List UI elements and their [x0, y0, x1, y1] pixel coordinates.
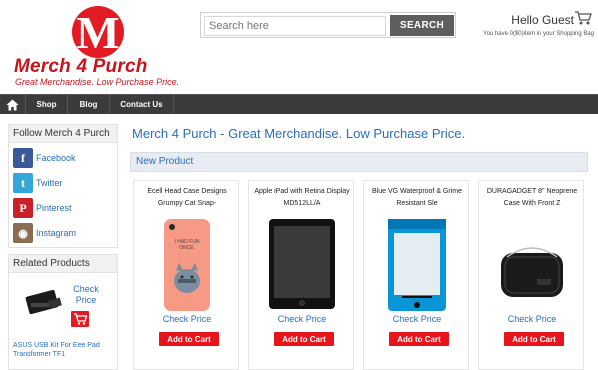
home-icon[interactable] [0, 95, 26, 114]
section-header: New Product [130, 152, 588, 172]
product-image-neoprene-case[interactable] [497, 217, 567, 313]
greeting[interactable]: Hello Guest [511, 13, 574, 27]
product-image-ipad[interactable] [267, 217, 337, 313]
search-box: SEARCH [200, 12, 456, 38]
follow-title: Follow Merch 4 Purch [9, 125, 117, 143]
product-image-phone-case[interactable]: I HAD FUN ONCE. [152, 217, 222, 313]
social-link-instagram[interactable]: ◉ Instagram [13, 222, 76, 244]
nav-item-blog[interactable]: Blog [68, 95, 110, 114]
page: M Merch 4 Purch Great Merchandise. Low P… [0, 0, 598, 370]
nav-item-shop[interactable]: Shop [26, 95, 68, 114]
social-label: Facebook [36, 153, 76, 163]
pinterest-icon: P [13, 198, 33, 218]
product-card: DURAGADGET 8" Neoprene Case With Front Z… [478, 180, 584, 370]
bag-summary: You have 0($0)item in your Shopping Bag [483, 31, 594, 37]
check-price-link[interactable]: Check Price [364, 314, 470, 324]
related-title: Related Products [9, 255, 117, 273]
related-product-image[interactable] [19, 279, 71, 323]
instagram-icon: ◉ [13, 223, 33, 243]
shopping-cart-icon[interactable] [574, 10, 592, 26]
product-image-waterproof-pouch[interactable] [382, 217, 452, 313]
section-label: New Product [136, 156, 194, 167]
check-price-link[interactable]: Check Price [249, 314, 355, 324]
header: M Merch 4 Purch Great Merchandise. Low P… [0, 0, 598, 94]
logo-letter: M [76, 7, 120, 58]
nav-item-contact-us[interactable]: Contact Us [110, 95, 174, 114]
logo-name: Merch 4 Purch [14, 56, 148, 77]
social-link-facebook[interactable]: f Facebook [13, 147, 76, 169]
logo[interactable]: M Merch 4 Purch Great Merchandise. Low P… [10, 6, 185, 88]
related-check-price-link[interactable]: Check Price [71, 284, 101, 306]
main-nav: Shop Blog Contact Us [0, 94, 598, 114]
product-card: Apple iPad with Retina Display MD512LL/A… [248, 180, 354, 370]
check-price-link[interactable]: Check Price [479, 314, 585, 324]
product-name[interactable]: Blue VG Waterproof & Grime Resistant Sle [367, 186, 467, 212]
svg-text:ONCE.: ONCE. [179, 245, 195, 251]
logo-mark: M [72, 6, 124, 58]
follow-widget: Follow Merch 4 Purch f Facebook t Twitte… [8, 124, 118, 248]
search-button[interactable]: SEARCH [390, 15, 454, 36]
related-products-widget: Related Products Check Price ASUS USB Ki… [8, 254, 118, 370]
add-to-cart-button[interactable]: Add to Cart [274, 332, 334, 346]
twitter-icon: t [13, 173, 33, 193]
page-title: Merch 4 Purch - Great Merchandise. Low P… [132, 126, 466, 141]
logo-tagline: Great Merchandise. Low Purchase Price. [15, 77, 180, 87]
add-to-cart-button[interactable]: Add to Cart [159, 332, 219, 346]
product-name[interactable]: DURAGADGET 8" Neoprene Case With Front Z [482, 186, 582, 212]
account-area: Hello Guest You have 0($0)item in your S… [454, 10, 594, 44]
facebook-icon: f [13, 148, 33, 168]
social-label: Twitter [36, 178, 63, 188]
check-price-link[interactable]: Check Price [134, 314, 240, 324]
product-name[interactable]: Apple iPad with Retina Display MD512LL/A [252, 186, 352, 212]
add-to-cart-icon[interactable] [71, 311, 89, 327]
product-card: Blue VG Waterproof & Grime Resistant Sle… [363, 180, 469, 370]
social-label: Instagram [36, 228, 77, 238]
add-to-cart-button[interactable]: Add to Cart [504, 332, 564, 346]
product-card: Ecell Head Case Designs Grumpy Cat Snap-… [133, 180, 239, 370]
social-link-twitter[interactable]: t Twitter [13, 172, 63, 194]
product-name[interactable]: Ecell Head Case Designs Grumpy Cat Snap- [137, 186, 237, 212]
search-input[interactable] [204, 16, 386, 36]
add-to-cart-button[interactable]: Add to Cart [389, 332, 449, 346]
related-product-name[interactable]: ASUS USB Kit For Eee Pad Transformer TF1 [13, 341, 113, 359]
social-label: Pinterest [36, 203, 72, 213]
social-link-pinterest[interactable]: P Pinterest [13, 197, 72, 219]
